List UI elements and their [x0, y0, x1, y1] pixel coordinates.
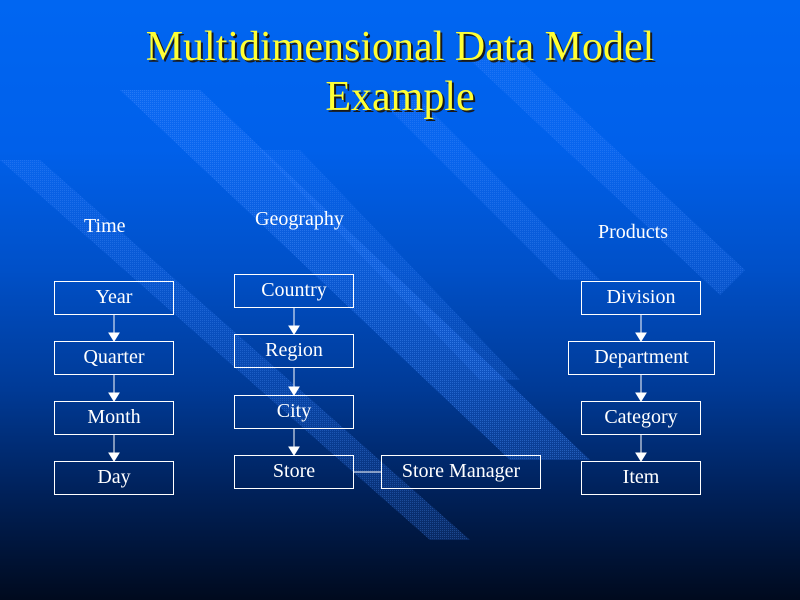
slide-title: Multidimensional Data Model Example	[0, 22, 800, 122]
products-level-category[interactable]: Category	[581, 401, 701, 435]
time-heading: Time	[84, 215, 126, 237]
geography-level-region[interactable]: Region	[234, 334, 354, 368]
time-level-day[interactable]: Day	[54, 461, 174, 495]
geography-level-country[interactable]: Country	[234, 274, 354, 308]
store-manager-attribute[interactable]: Store Manager	[381, 455, 541, 489]
title-line-2: Example	[325, 74, 475, 120]
products-level-department[interactable]: Department	[568, 341, 715, 375]
products-level-item[interactable]: Item	[581, 461, 701, 495]
geography-level-city[interactable]: City	[234, 395, 354, 429]
time-level-quarter[interactable]: Quarter	[54, 341, 174, 375]
title-line-1: Multidimensional Data Model	[145, 24, 655, 70]
geography-heading: Geography	[255, 208, 344, 230]
products-level-division[interactable]: Division	[581, 281, 701, 315]
products-heading: Products	[598, 221, 668, 243]
time-level-month[interactable]: Month	[54, 401, 174, 435]
geography-level-store[interactable]: Store	[234, 455, 354, 489]
stripe	[120, 90, 590, 460]
time-level-year[interactable]: Year	[54, 281, 174, 315]
